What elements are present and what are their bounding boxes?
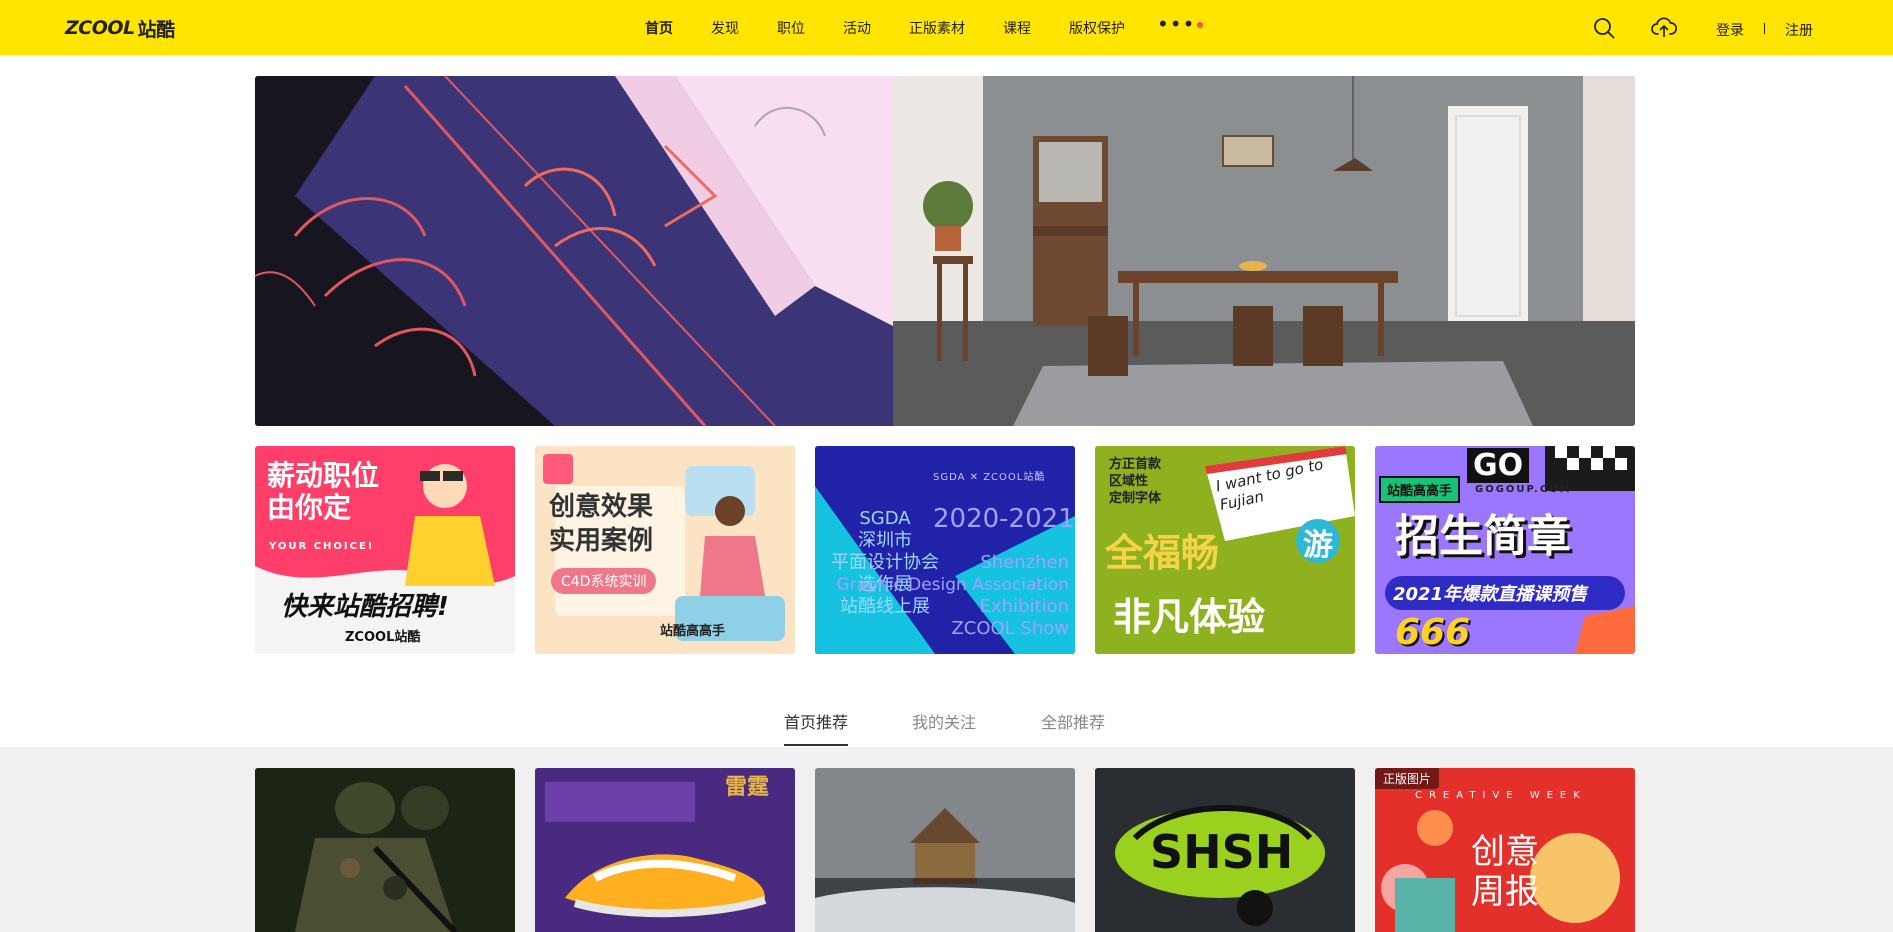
graffiti-thumbnail: SHSH	[1095, 768, 1355, 932]
nav-copyright[interactable]: 版权保护	[1069, 18, 1125, 38]
gogoup-number: 666	[1395, 612, 1471, 653]
sgda-r2: Graphic Design Association	[836, 575, 1069, 595]
soldier-thumbnail	[255, 768, 515, 932]
logo-latin: ZCOOL	[65, 17, 135, 39]
recruit-title: 薪动职位 由你定	[267, 460, 379, 524]
nav-licensed-assets[interactable]: 正版素材	[909, 18, 965, 38]
sgda-header: SGDA ✕ ZCOOL站酷	[933, 472, 1046, 483]
creative-week-title2: 周报	[1471, 872, 1539, 912]
dining-room-photo	[893, 76, 1635, 426]
more-menu-button[interactable]: •••	[1157, 11, 1204, 36]
fujian-big1: 全福畅	[1105, 531, 1220, 575]
c4d-pill: C4D系统实训	[551, 568, 657, 594]
gogoup-url: GOGOUP.COM	[1475, 484, 1572, 495]
tab-my-follow[interactable]: 我的关注	[912, 709, 976, 733]
sgda-year: 2020-2021	[933, 504, 1075, 534]
upload-cloud-icon	[1651, 17, 1677, 37]
hero-banner-carousel[interactable]	[255, 76, 1635, 426]
promo-card-c4d-course[interactable]: 创意效果 实用案例 C4D系统实训 站酷高高手	[535, 446, 795, 654]
register-link[interactable]: 注册	[1785, 20, 1813, 40]
zcool-logo[interactable]: ZCOOL 站酷	[65, 16, 176, 41]
top-navigation-bar: ZCOOL 站酷 首页 发现 职位 活动 正版素材 课程 版权保护 ••• 登录…	[0, 0, 1893, 55]
login-link[interactable]: 登录	[1716, 20, 1744, 40]
promo-card-recruit[interactable]: 薪动职位 由你定 YOUR CHOICE! 快来站酷招聘! ZCOOL站酷	[255, 446, 515, 654]
carousel-thumbnail	[815, 768, 1075, 932]
sgda-r1: Shenzhen	[980, 552, 1069, 573]
creative-week-tag: CREATIVE WEEK	[1415, 790, 1587, 801]
fabric-pattern-image	[255, 76, 893, 426]
sneaker-label: 雷霆	[725, 775, 770, 800]
creative-week-title: 创意 周报	[1471, 832, 1539, 912]
fujian-top-text: 方正首款 区域性 定制字体	[1109, 457, 1162, 506]
recruit-title-line2: 由你定	[267, 491, 352, 524]
creative-week-title1: 创意	[1471, 832, 1539, 872]
fujian-big3: 非凡体验	[1113, 595, 1266, 639]
search-button[interactable]	[1590, 14, 1618, 42]
dining-room-illustration	[893, 76, 1635, 426]
gogoup-go: GO	[1467, 448, 1530, 483]
nav-jobs[interactable]: 职位	[777, 18, 805, 38]
work-card[interactable]	[815, 768, 1075, 932]
sgda-right-text: Shenzhen Graphic Design Association Exhi…	[836, 552, 1069, 640]
search-icon	[1594, 18, 1615, 39]
gogoup-title: 招生简章	[1395, 511, 1571, 562]
notification-dot	[1197, 21, 1204, 28]
tab-all-recommend[interactable]: 全部推荐	[1041, 709, 1105, 733]
work-card[interactable]: 正版图片 CREATIVE WEEK 创意 周报	[1375, 768, 1635, 932]
sgda-r3: Exhibition	[979, 596, 1069, 617]
sgda-r4: ZCOOL Show	[951, 618, 1069, 639]
svg-text:SHSH: SHSH	[1150, 825, 1293, 879]
work-card[interactable]: 雷霆	[535, 768, 795, 932]
work-card[interactable]	[255, 768, 515, 932]
recruit-cta: 快来站酷招聘!	[281, 592, 449, 622]
fujian-big2: 游	[1303, 528, 1333, 563]
logo-cjk: 站酷	[137, 18, 176, 41]
sgda-l1: SGDA	[859, 508, 911, 529]
sgda-l2: 深圳市	[858, 530, 912, 551]
fabric-illustration	[255, 76, 893, 426]
nav-courses[interactable]: 课程	[1003, 18, 1031, 38]
divider	[1764, 23, 1765, 34]
promo-card-sgda[interactable]: SGDA ✕ ZCOOL站酷 2020-2021 SGDA 深圳市 平面设计协会…	[815, 446, 1075, 654]
c4d-title: 创意效果 实用案例	[549, 490, 653, 558]
main-nav: 首页 发现 职位 活动 正版素材 课程 版权保护 •••	[645, 0, 1204, 55]
c4d-title-line2: 实用案例	[549, 526, 654, 556]
promo-card-fujian-font[interactable]: 方正首款 区域性 定制字体 I want to go to Fujian 全福畅…	[1095, 446, 1355, 654]
nav-events[interactable]: 活动	[843, 18, 871, 38]
c4d-title-line1: 创意效果	[549, 492, 654, 522]
nav-home[interactable]: 首页	[645, 18, 673, 38]
promo-card-gogoup[interactable]: 站酷高高手 GO GOGOUP.COM 招生简章 2021年爆款直播课预售 66…	[1375, 446, 1635, 654]
c4d-brand: 站酷高高手	[660, 624, 726, 639]
more-dots-icon: •••	[1157, 11, 1196, 36]
nav-discover[interactable]: 发现	[711, 18, 739, 38]
gogoup-tag: 站酷高高手	[1379, 476, 1461, 503]
recruit-title-line1: 薪动职位	[267, 459, 380, 492]
recruit-brand: ZCOOL站酷	[345, 630, 421, 645]
tab-home-recommend[interactable]: 首页推荐	[784, 709, 848, 733]
active-tab-indicator	[784, 744, 848, 746]
work-card[interactable]: SHSH	[1095, 768, 1355, 932]
upload-button[interactable]	[1650, 14, 1678, 42]
recruit-subtitle: YOUR CHOICE!	[269, 541, 375, 552]
gogoup-subtitle: 2021年爆款直播课预售	[1393, 584, 1588, 605]
feed-tabs: 首页推荐 我的关注 全部推荐	[0, 706, 1893, 746]
licensed-badge: 正版图片	[1375, 768, 1440, 789]
